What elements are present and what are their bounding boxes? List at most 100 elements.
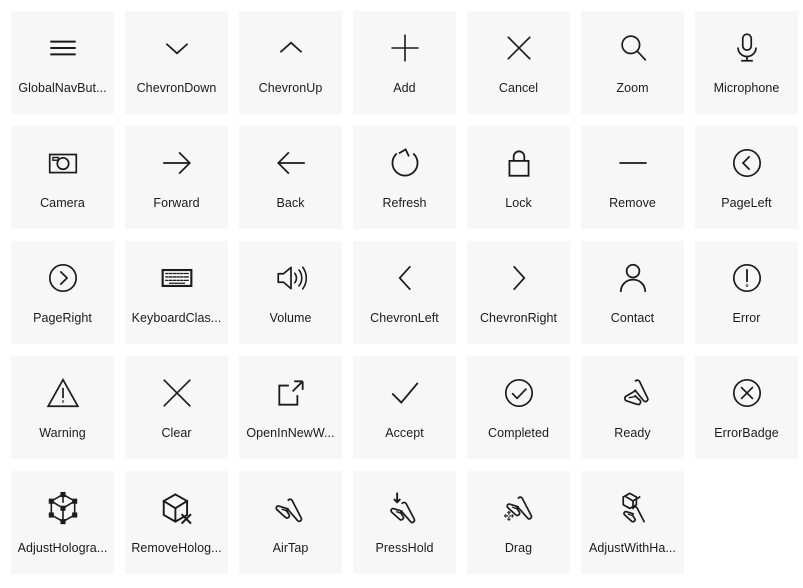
icon-card-removehologram[interactable]: RemoveHolog... (125, 471, 228, 574)
icon-card-adjustwithhand[interactable]: AdjustWithHa... (581, 471, 684, 574)
icon-label: AdjustHologra... (17, 541, 108, 555)
icon-label: ChevronUp (258, 81, 323, 95)
x-cross-icon (157, 373, 197, 413)
icon-label: OpenInNewW... (246, 426, 335, 440)
icon-card-pageright[interactable]: PageRight (11, 241, 114, 344)
icon-card-back[interactable]: Back (239, 126, 342, 229)
icon-card-accept[interactable]: Accept (353, 356, 456, 459)
icon-card-zoom[interactable]: Zoom (581, 11, 684, 114)
icon-card-chevronup[interactable]: ChevronUp (239, 11, 342, 114)
icon-label: Error (732, 311, 761, 325)
icon-label: Add (393, 81, 416, 95)
icon-label: ChevronDown (136, 81, 217, 95)
keyboard-icon (157, 258, 197, 298)
icon-label: Remove (609, 196, 656, 210)
icon-label: PageLeft (721, 196, 772, 210)
icon-card-adjusthologram[interactable]: AdjustHologra... (11, 471, 114, 574)
icon-card-microphone[interactable]: Microphone (695, 11, 798, 114)
icon-label: Cancel (498, 81, 539, 95)
icon-label: PageRight (33, 311, 92, 325)
icon-label: Warning (39, 426, 86, 440)
icon-label: KeyboardClas... (131, 311, 222, 325)
icon-label: Back (276, 196, 305, 210)
icon-label: RemoveHolog... (131, 541, 222, 555)
circled-exclamation-icon (727, 258, 767, 298)
icon-label: Camera (40, 196, 85, 210)
arrow-right-icon (157, 143, 197, 183)
magnifier-icon (613, 28, 653, 68)
icon-card-refresh[interactable]: Refresh (353, 126, 456, 229)
adjust-hologram-icon (43, 488, 83, 528)
refresh-circular-arrow-icon (385, 143, 425, 183)
icon-label: Completed (488, 426, 549, 440)
icon-card-camera[interactable]: Camera (11, 126, 114, 229)
close-x-icon (499, 28, 539, 68)
icon-label: Refresh (382, 196, 427, 210)
icon-card-chevrondown[interactable]: ChevronDown (125, 11, 228, 114)
icon-card-presshold[interactable]: PressHold (353, 471, 456, 574)
icon-grid: GlobalNavBut... ChevronDown ChevronUp Add Ca… (0, 0, 803, 574)
icon-label: Volume (269, 311, 312, 325)
icon-card-completed[interactable]: Completed (467, 356, 570, 459)
icon-label: ChevronLeft (370, 311, 439, 325)
drag-hand-icon (499, 488, 539, 528)
chevron-right-icon (499, 258, 539, 298)
icon-label: Contact (610, 311, 655, 325)
hamburger-menu-icon (43, 28, 83, 68)
icon-label: ErrorBadge (714, 426, 779, 440)
icon-card-error[interactable]: Error (695, 241, 798, 344)
icon-card-volume[interactable]: Volume (239, 241, 342, 344)
icon-label: Zoom (616, 81, 649, 95)
icon-card-forward[interactable]: Forward (125, 126, 228, 229)
padlock-icon (499, 143, 539, 183)
icon-label: Forward (153, 196, 200, 210)
remove-hologram-icon (157, 488, 197, 528)
icon-card-openinnewwindow[interactable]: OpenInNewW... (239, 356, 342, 459)
minus-icon (613, 143, 653, 183)
chevron-up-icon (271, 28, 311, 68)
icon-card-pageleft[interactable]: PageLeft (695, 126, 798, 229)
icon-card-chevronleft[interactable]: ChevronLeft (353, 241, 456, 344)
icon-card-airtap[interactable]: AirTap (239, 471, 342, 574)
icon-label: AdjustWithHa... (589, 541, 676, 555)
checkmark-icon (385, 373, 425, 413)
icon-label: Clear (161, 426, 192, 440)
icon-card-contact[interactable]: Contact (581, 241, 684, 344)
person-contact-icon (613, 258, 653, 298)
icon-card-globalnavbutton[interactable]: GlobalNavBut... (11, 11, 114, 114)
icon-label: PressHold (375, 541, 434, 555)
icon-card-chevronright[interactable]: ChevronRight (467, 241, 570, 344)
press-hold-hand-icon (385, 488, 425, 528)
camera-icon (43, 143, 83, 183)
circled-x-icon (727, 373, 767, 413)
chevron-left-icon (385, 258, 425, 298)
microphone-icon (727, 28, 767, 68)
circled-chevron-left-icon (727, 143, 767, 183)
icon-label: GlobalNavBut... (18, 81, 107, 95)
icon-label: Ready (614, 426, 651, 440)
icon-label: Drag (504, 541, 533, 555)
plus-icon (385, 28, 425, 68)
arrow-left-icon (271, 143, 311, 183)
air-tap-hand-icon (271, 488, 311, 528)
icon-card-ready[interactable]: Ready (581, 356, 684, 459)
icon-label: Lock (505, 196, 532, 210)
adjust-with-hand-icon (613, 488, 653, 528)
icon-card-clear[interactable]: Clear (125, 356, 228, 459)
icon-card-warning[interactable]: Warning (11, 356, 114, 459)
icon-card-lock[interactable]: Lock (467, 126, 570, 229)
icon-card-remove[interactable]: Remove (581, 126, 684, 229)
icon-card-cancel[interactable]: Cancel (467, 11, 570, 114)
icon-card-add[interactable]: Add (353, 11, 456, 114)
circled-checkmark-icon (499, 373, 539, 413)
icon-label: Accept (385, 426, 424, 440)
icon-card-drag[interactable]: Drag (467, 471, 570, 574)
icon-label: AirTap (272, 541, 309, 555)
icon-label: ChevronRight (479, 311, 558, 325)
icon-card-keyboardclassic[interactable]: KeyboardClas... (125, 241, 228, 344)
icon-label: Microphone (713, 81, 780, 95)
icon-card-errorbadge[interactable]: ErrorBadge (695, 356, 798, 459)
circled-chevron-right-icon (43, 258, 83, 298)
open-in-new-window-icon (271, 373, 311, 413)
hand-ready-gesture-icon (613, 373, 653, 413)
